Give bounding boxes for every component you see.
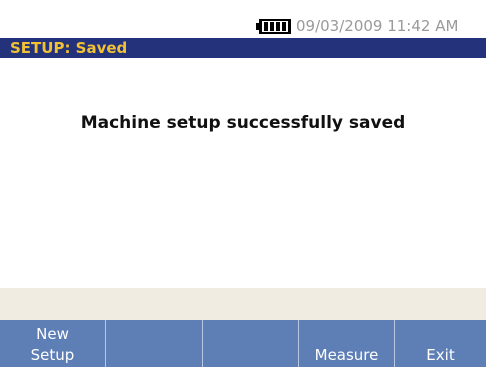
main-content: Machine setup successfully saved bbox=[0, 58, 486, 288]
softkey-label-line2: Exit bbox=[426, 346, 455, 364]
status-message: Machine setup successfully saved bbox=[80, 113, 406, 133]
softkey-label-line1: New bbox=[36, 325, 69, 343]
date-time-readout: 09/03/2009 11:42 AM bbox=[296, 17, 459, 35]
info-strip bbox=[0, 288, 486, 320]
screen-title: SETUP: Saved bbox=[10, 39, 128, 57]
status-bar: 09/03/2009 11:42 AM bbox=[0, 0, 486, 38]
softkey-label-line2: Setup bbox=[30, 346, 75, 364]
softkey-label-line2: Measure bbox=[314, 346, 379, 364]
softkey-bar: New Setup Measure Exit bbox=[0, 320, 486, 367]
softkey-measure[interactable]: Measure bbox=[299, 320, 394, 367]
device-screen: 09/03/2009 11:42 AM SETUP: Saved Machine… bbox=[0, 0, 486, 367]
softkey-exit[interactable]: Exit bbox=[395, 320, 486, 367]
softkey-new-setup[interactable]: New Setup bbox=[0, 320, 105, 367]
battery-full-icon bbox=[256, 19, 291, 34]
title-bar: SETUP: Saved bbox=[0, 38, 486, 58]
softkey-2[interactable] bbox=[106, 320, 202, 367]
softkey-3[interactable] bbox=[203, 320, 298, 367]
